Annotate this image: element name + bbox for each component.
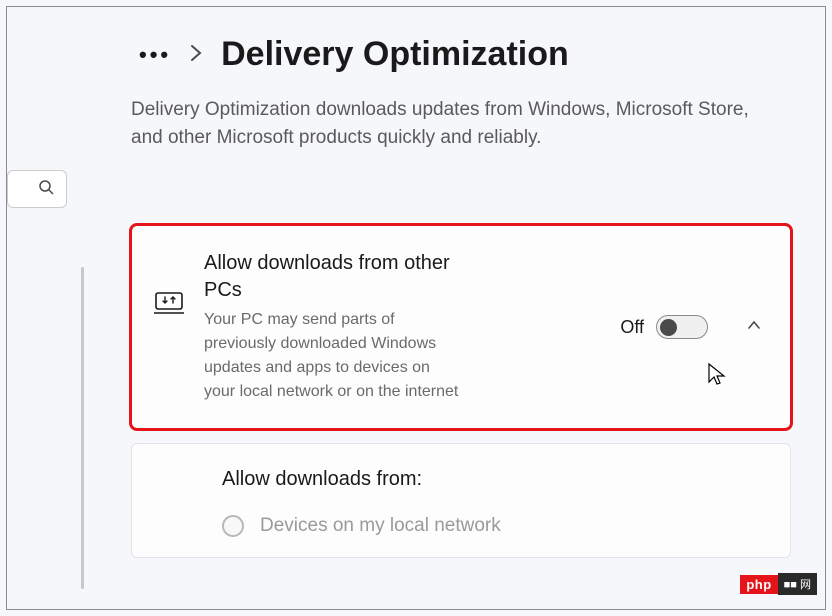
chevron-right-icon [189,42,203,68]
allow-downloads-card: Allow downloads from other PCs Your PC m… [131,225,791,429]
setting-title: Allow downloads from other PCs [204,250,464,304]
page-description: Delivery Optimization downloads updates … [7,74,825,151]
settings-window: ••• Delivery Optimization Delivery Optim… [6,6,826,610]
chevron-up-icon[interactable] [746,317,762,338]
page-title: Delivery Optimization [221,35,569,74]
sub-section: Allow downloads from: Devices on my loca… [132,444,790,557]
breadcrumb: ••• Delivery Optimization [7,7,825,74]
watermark: php ■■ 网 [740,573,817,595]
setting-description: Your PC may send parts of previously dow… [204,308,464,404]
watermark-right: ■■ 网 [778,573,817,595]
sub-section-title: Allow downloads from: [222,468,762,491]
toggle-knob [660,319,677,336]
radio-option-local-network[interactable]: Devices on my local network [222,515,762,537]
allow-downloads-row[interactable]: Allow downloads from other PCs Your PC m… [132,226,790,428]
radio-label: Devices on my local network [260,515,501,537]
breadcrumb-more-icon[interactable]: ••• [139,42,171,68]
toggle-group: Off [620,315,708,339]
allow-downloads-toggle[interactable] [656,315,708,339]
watermark-left: php [740,575,777,594]
scrollbar[interactable] [81,267,84,589]
setting-text-block: Allow downloads from other PCs Your PC m… [204,250,464,404]
delivery-optimization-icon [152,290,186,316]
radio-icon [222,515,244,537]
allow-downloads-from-card: Allow downloads from: Devices on my loca… [131,443,791,558]
toggle-state-label: Off [620,317,644,338]
search-icon [38,179,54,200]
settings-cards: Allow downloads from other PCs Your PC m… [131,225,791,558]
search-input[interactable] [7,170,67,208]
